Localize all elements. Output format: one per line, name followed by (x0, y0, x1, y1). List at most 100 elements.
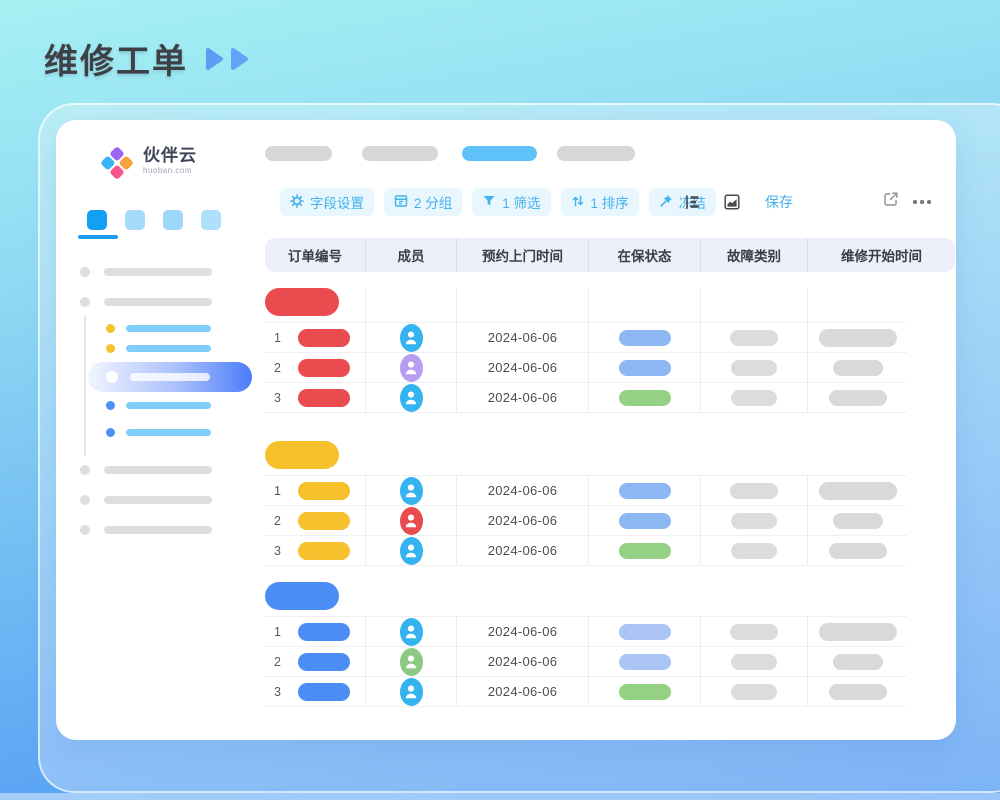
warranty-status-pill (619, 330, 671, 346)
app-window: 伙伴云 huoban.com (56, 120, 956, 740)
page-title-text: 维修工单 (44, 34, 188, 83)
view-tab-pill[interactable] (362, 146, 438, 161)
column-header[interactable]: 订单编号 (265, 238, 365, 272)
cell-repair-start-time (807, 383, 907, 412)
member-avatar (400, 648, 423, 676)
order-number-pill (298, 623, 350, 641)
member-avatar (400, 537, 423, 565)
row-index: 2 (274, 514, 288, 528)
group-value-pill[interactable] (265, 582, 339, 610)
save-button[interactable]: 保存 (765, 188, 793, 216)
cell-member (365, 383, 456, 412)
sidebar-item-skeleton[interactable] (56, 518, 265, 542)
table-row[interactable]: 1 2024-06-06 (265, 475, 907, 505)
view-tab-pill[interactable] (462, 146, 537, 161)
skeleton-bar (104, 496, 212, 504)
table-row[interactable]: 3 2024-06-06 (265, 535, 907, 565)
group-rows: 1 2024-06-06 2 (265, 475, 907, 566)
filter-button[interactable]: 1 筛选 (472, 188, 550, 216)
warranty-status-pill (619, 543, 671, 559)
order-number-pill (298, 359, 350, 377)
bullet-icon (80, 495, 90, 505)
table-header: 订单编号 成员 预约上门时间 在保状态 故障类别 维修开始时间 (265, 238, 955, 272)
cell-fault-category (700, 353, 807, 382)
field-settings-button[interactable]: 字段设置 (280, 188, 374, 216)
cell-member (365, 476, 456, 505)
sidebar-item-active[interactable] (88, 362, 252, 392)
table-row[interactable]: 2 2024-06-06 (265, 505, 907, 535)
cell-repair-start-time (807, 617, 907, 646)
group-button[interactable]: 2 分组 (384, 188, 462, 216)
more-actions-button[interactable] (913, 200, 931, 204)
table-row[interactable]: 1 2024-06-06 (265, 322, 907, 352)
bullet-icon (106, 371, 118, 383)
fault-category-pill (730, 330, 778, 346)
main-panel: 字段设置 2 分组 1 筛选 (265, 120, 956, 740)
order-number-pill (298, 683, 350, 701)
cell-appointment-time: 2024-06-06 (456, 506, 588, 535)
table-row[interactable]: 1 2024-06-06 (265, 616, 907, 646)
sidebar-subitem-skeleton[interactable] (56, 395, 265, 415)
view-tab-pill[interactable] (557, 146, 635, 161)
cell-repair-start-time (807, 536, 907, 565)
group-value-pill[interactable] (265, 441, 339, 469)
repair-start-pill (833, 513, 883, 529)
column-header[interactable]: 故障类别 (700, 238, 807, 272)
cell-fault-category (700, 323, 807, 352)
cell-order-number: 2 (265, 647, 365, 676)
row-index: 1 (274, 484, 288, 498)
view-tabs-skeleton (265, 146, 635, 161)
repair-start-pill (833, 360, 883, 376)
bullet-icon (106, 324, 115, 333)
column-header[interactable]: 成员 (365, 238, 456, 272)
sidebar-subitem-skeleton[interactable] (56, 318, 265, 338)
cell-repair-start-time (807, 647, 907, 676)
workspace-tab[interactable] (87, 210, 107, 230)
workspace-tab[interactable] (125, 210, 145, 230)
cell-repair-start-time (807, 323, 907, 352)
fault-category-pill (731, 390, 777, 406)
sidebar-subitem-skeleton[interactable] (56, 338, 265, 358)
sidebar-item-skeleton[interactable] (56, 290, 265, 314)
table-row[interactable]: 3 2024-06-06 (265, 676, 907, 706)
person-icon (404, 329, 418, 346)
filter-label: 1 筛选 (502, 192, 540, 212)
share-icon[interactable] (883, 191, 899, 207)
table-row[interactable]: 2 2024-06-06 (265, 646, 907, 676)
table-row[interactable]: 2 2024-06-06 (265, 352, 907, 382)
table-row[interactable]: 3 2024-06-06 (265, 382, 907, 412)
skeleton-bar (104, 466, 212, 474)
workspace-tab[interactable] (201, 210, 221, 230)
person-icon (404, 389, 418, 406)
column-header[interactable]: 预约上门时间 (456, 238, 588, 272)
bullet-icon (80, 267, 90, 277)
page-background: { "page": { "title": "维修工单" }, "brand": … (0, 0, 1000, 800)
workspace-tab[interactable] (163, 210, 183, 230)
sort-button[interactable]: 1 排序 (561, 188, 639, 216)
member-avatar (400, 618, 423, 646)
cell-warranty-status (588, 617, 700, 646)
warranty-status-pill (619, 654, 671, 670)
bullet-icon (106, 428, 115, 437)
cell-order-number: 1 (265, 617, 365, 646)
cell-member (365, 677, 456, 706)
group-value-pill[interactable] (265, 288, 339, 316)
column-header[interactable]: 在保状态 (588, 238, 700, 272)
toolbar: 字段设置 2 分组 1 筛选 (280, 188, 716, 216)
member-avatar (400, 354, 423, 382)
sidebar-item-skeleton[interactable] (56, 488, 265, 512)
freeze-button[interactable]: 冻结 (649, 188, 716, 216)
view-tab-pill[interactable] (265, 146, 332, 161)
sidebar-subitem-skeleton[interactable] (56, 422, 265, 442)
bullet-icon (80, 525, 90, 535)
sidebar-item-skeleton[interactable] (56, 260, 265, 284)
area-chart-icon[interactable] (724, 194, 740, 210)
gear-icon (290, 194, 304, 211)
cell-warranty-status (588, 383, 700, 412)
column-header[interactable]: 维修开始时间 (807, 238, 955, 272)
row-height-icon[interactable] (685, 194, 701, 210)
cell-warranty-status (588, 353, 700, 382)
sidebar-item-skeleton[interactable] (56, 458, 265, 482)
person-icon (404, 683, 418, 700)
row-index: 1 (274, 625, 288, 639)
